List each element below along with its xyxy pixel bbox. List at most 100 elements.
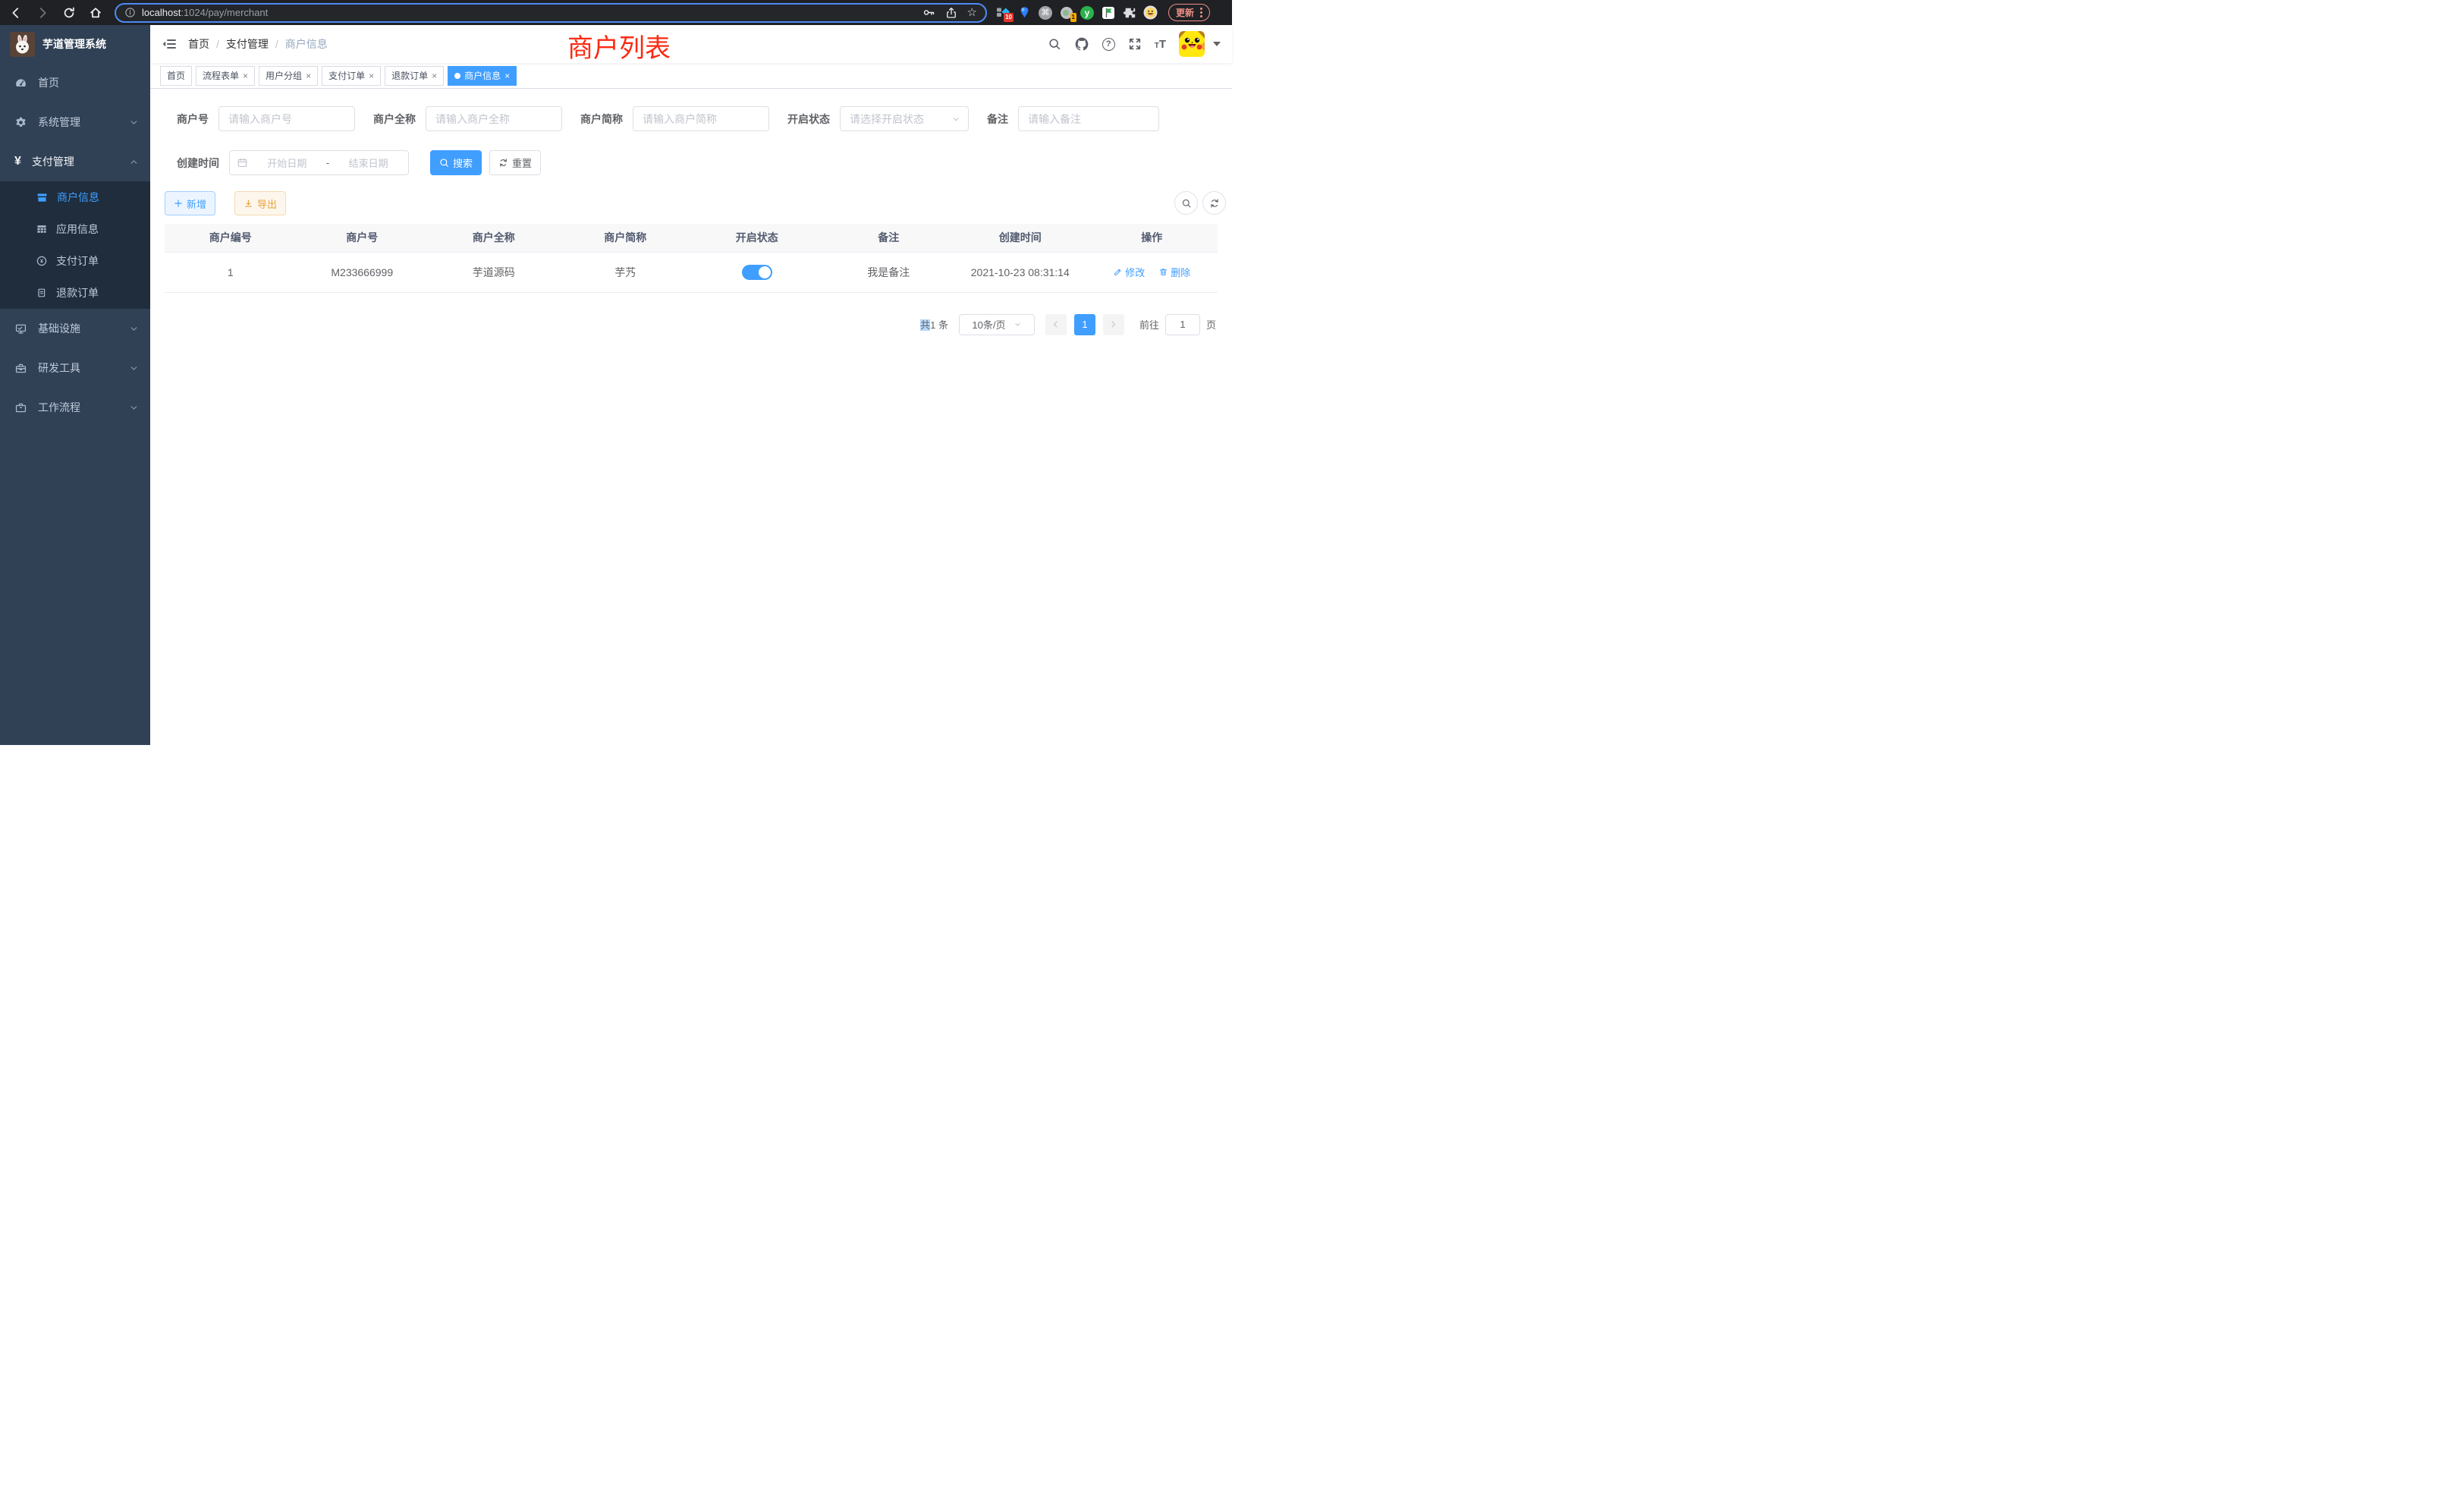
fullscreen-icon[interactable] xyxy=(1128,37,1142,51)
prev-page-button[interactable] xyxy=(1045,314,1067,335)
end-date-placeholder[interactable]: 结束日期 xyxy=(335,156,401,170)
sidebar-item-dev-tools[interactable]: 研发工具 xyxy=(0,348,150,388)
tab-merchant-info[interactable]: 商户信息× xyxy=(448,66,517,86)
sidebar: 芋道管理系统 首页 系统管理 ¥ 支付管理 商户信息 应用信息 xyxy=(0,25,150,745)
browser-back-icon[interactable] xyxy=(9,6,23,20)
extension-command-icon[interactable]: ⌘ xyxy=(1039,6,1052,20)
close-icon[interactable]: × xyxy=(306,71,311,80)
extensions-puzzle-icon[interactable] xyxy=(1122,5,1136,20)
github-icon[interactable] xyxy=(1074,36,1089,52)
sidebar-item-payment[interactable]: ¥ 支付管理 xyxy=(0,142,150,181)
breadcrumb-home[interactable]: 首页 xyxy=(188,36,209,52)
sidebar-item-workflow[interactable]: 工作流程 xyxy=(0,388,150,427)
page-size-select[interactable]: 10条/页 xyxy=(959,314,1035,335)
col-create-time: 创建时间 xyxy=(954,224,1086,252)
extension-flag-icon[interactable] xyxy=(1101,5,1115,20)
browser-update-button[interactable]: 更新 xyxy=(1168,4,1210,21)
app-logo-row[interactable]: 芋道管理系统 xyxy=(0,25,150,63)
refresh-icon xyxy=(1209,198,1220,209)
sidebar-collapse-icon[interactable] xyxy=(162,36,177,52)
extension-y-icon[interactable]: y xyxy=(1080,6,1094,20)
sidebar-item-label: 系统管理 xyxy=(38,115,80,130)
password-key-icon[interactable] xyxy=(922,6,935,19)
add-button[interactable]: 新增 xyxy=(165,191,215,215)
next-page-button[interactable] xyxy=(1103,314,1124,335)
short-name-input[interactable] xyxy=(633,106,769,131)
sidebar-item-home[interactable]: 首页 xyxy=(0,63,150,102)
toolbox-icon xyxy=(14,362,27,375)
close-icon[interactable]: × xyxy=(369,71,374,80)
extension-balloon-icon[interactable] xyxy=(1017,5,1032,20)
search-button[interactable]: 搜索 xyxy=(430,150,482,175)
sidebar-item-system[interactable]: 系统管理 xyxy=(0,102,150,142)
browser-home-icon[interactable] xyxy=(89,6,102,20)
annotation-title: 商户列表 xyxy=(567,27,671,64)
reset-button[interactable]: 重置 xyxy=(489,150,541,175)
plus-icon xyxy=(174,199,183,208)
cell-short-name: 芋艿 xyxy=(560,252,692,292)
merchant-no-input[interactable] xyxy=(218,106,355,131)
sidebar-item-pay-order[interactable]: ¥ 支付订单 xyxy=(0,245,150,277)
browser-profile-avatar[interactable] xyxy=(1143,5,1158,20)
close-icon[interactable]: × xyxy=(504,71,510,80)
dashboard-icon xyxy=(14,77,27,90)
url-bar[interactable]: localhost:1024/pay/merchant ☆ xyxy=(115,3,987,23)
search-icon xyxy=(1181,198,1192,209)
navbar: 首页 / 支付管理 / 商户信息 ? TT xyxy=(150,25,1232,63)
document-icon xyxy=(36,287,48,299)
share-icon[interactable] xyxy=(945,7,957,19)
create-time-label: 创建时间 xyxy=(177,156,219,171)
page-number-button[interactable]: 1 xyxy=(1074,314,1095,335)
sidebar-item-refund-order[interactable]: 退款订单 xyxy=(0,277,150,309)
tab-user-group[interactable]: 用户分组× xyxy=(259,66,318,86)
delete-button[interactable]: 删除 xyxy=(1158,265,1190,279)
tab-pay-order[interactable]: 支付订单× xyxy=(322,66,381,86)
tags-view: 首页 流程表单× 用户分组× 支付订单× 退款订单× 商户信息× xyxy=(150,63,1232,89)
sidebar-item-label: 应用信息 xyxy=(56,222,99,237)
breadcrumb-payment[interactable]: 支付管理 xyxy=(226,36,269,52)
sidebar-item-infra[interactable]: 基础设施 xyxy=(0,309,150,348)
font-size-icon[interactable]: TT xyxy=(1155,38,1166,51)
toggle-search-button[interactable] xyxy=(1174,191,1198,215)
chevron-up-icon xyxy=(130,158,138,166)
col-status: 开启状态 xyxy=(691,224,823,252)
url-text[interactable]: localhost:1024/pay/merchant xyxy=(142,7,268,18)
tab-home[interactable]: 首页 xyxy=(160,66,192,86)
extension-badge: 10 xyxy=(1004,13,1014,22)
edit-button[interactable]: 修改 xyxy=(1113,265,1145,279)
extension-devtools-icon[interactable]: 10 xyxy=(996,5,1010,20)
goto-page-input[interactable] xyxy=(1165,314,1200,335)
browser-forward-icon[interactable] xyxy=(36,6,49,20)
tab-refund-order[interactable]: 退款订单× xyxy=(385,66,444,86)
col-actions: 操作 xyxy=(1086,224,1218,252)
monitor-icon xyxy=(14,322,27,335)
browser-reload-icon[interactable] xyxy=(62,6,76,20)
start-date-placeholder[interactable]: 开始日期 xyxy=(254,156,320,170)
site-info-icon[interactable] xyxy=(124,7,136,18)
browser-menu-icon[interactable] xyxy=(1200,8,1202,17)
close-icon[interactable]: × xyxy=(243,71,248,80)
sidebar-item-merchant-info[interactable]: 商户信息 xyxy=(0,181,150,213)
status-toggle[interactable] xyxy=(742,265,772,280)
refresh-table-button[interactable] xyxy=(1202,191,1226,215)
full-name-input[interactable] xyxy=(426,106,562,131)
status-select[interactable]: 请选择开启状态 xyxy=(840,106,969,131)
sidebar-item-app-info[interactable]: 应用信息 xyxy=(0,213,150,245)
help-icon[interactable]: ? xyxy=(1102,38,1115,51)
remark-input[interactable] xyxy=(1018,106,1159,131)
cell-remark: 我是备注 xyxy=(823,252,955,292)
bookmark-star-icon[interactable]: ☆ xyxy=(967,7,977,18)
create-time-range-picker[interactable]: 开始日期 - 结束日期 xyxy=(229,150,409,175)
store-icon xyxy=(36,191,49,204)
extension-recorder-icon[interactable]: 1 xyxy=(1059,5,1073,20)
avatar-caret-icon[interactable] xyxy=(1213,42,1221,46)
payment-submenu: 商户信息 应用信息 ¥ 支付订单 退款订单 xyxy=(0,181,150,309)
refresh-icon xyxy=(498,158,508,168)
user-avatar[interactable] xyxy=(1179,31,1205,57)
search-icon[interactable] xyxy=(1048,37,1061,51)
active-dot xyxy=(454,73,460,79)
briefcase-icon xyxy=(14,401,27,414)
close-icon[interactable]: × xyxy=(432,71,437,80)
tab-process-form[interactable]: 流程表单× xyxy=(196,66,255,86)
export-button[interactable]: 导出 xyxy=(234,191,286,215)
